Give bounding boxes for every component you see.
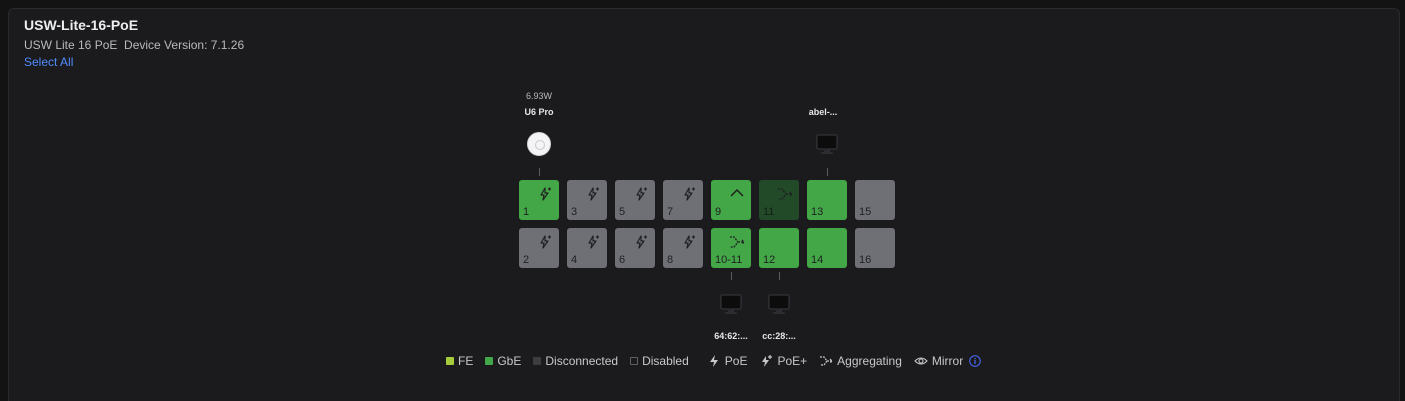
monitor-icon[interactable] bbox=[718, 292, 744, 316]
aggregating-icon bbox=[819, 354, 834, 368]
port-14[interactable]: 14 bbox=[807, 228, 847, 268]
legend-mirror: Mirror bbox=[914, 354, 963, 368]
poe-plus-icon bbox=[633, 186, 649, 202]
port-number: 5 bbox=[619, 206, 626, 218]
poe-plus-icon bbox=[537, 186, 553, 202]
disabled-swatch bbox=[630, 357, 639, 365]
port1-connector bbox=[539, 168, 540, 176]
chevron-up-icon bbox=[729, 186, 745, 202]
port-number: 4 bbox=[571, 254, 578, 266]
port-number: 1 bbox=[523, 206, 530, 218]
port12-device-name: cc:28:... bbox=[762, 331, 796, 341]
legend: FE GbE Disconnected Disabled PoE PoE+ Ag… bbox=[446, 354, 982, 368]
legend-disconnected: Disconnected bbox=[533, 354, 618, 368]
port-13[interactable]: 13 bbox=[807, 180, 847, 220]
legend-gbe-label: GbE bbox=[497, 354, 522, 368]
port-9[interactable]: 9 bbox=[711, 180, 751, 220]
port-7[interactable]: 7 bbox=[663, 180, 703, 220]
disconnected-swatch bbox=[533, 357, 542, 365]
port13-connector bbox=[827, 168, 828, 176]
port-1[interactable]: 1 bbox=[519, 180, 559, 220]
port-number: 13 bbox=[811, 206, 824, 218]
legend-poe-plus-label: PoE+ bbox=[777, 354, 808, 368]
monitor-icon[interactable] bbox=[766, 292, 792, 316]
port-6[interactable]: 6 bbox=[615, 228, 655, 268]
poe-plus-icon bbox=[633, 234, 649, 250]
gbe-swatch bbox=[485, 357, 494, 365]
device-title: USW-Lite-16-PoE bbox=[24, 17, 139, 33]
port-12[interactable]: 12 bbox=[759, 228, 799, 268]
aggregating-icon bbox=[777, 186, 793, 202]
aggregating-icon bbox=[729, 234, 745, 250]
port-3[interactable]: 3 bbox=[567, 180, 607, 220]
port-number: 11 bbox=[763, 206, 775, 218]
port-number: 3 bbox=[571, 206, 578, 218]
port13-device-name: abel-... bbox=[808, 107, 838, 117]
poe-plus-icon bbox=[681, 186, 697, 202]
port12-connector bbox=[779, 272, 780, 280]
legend-disabled: Disabled bbox=[630, 354, 689, 368]
port-number: 2 bbox=[523, 254, 530, 266]
port-number: 15 bbox=[859, 206, 872, 218]
port-4[interactable]: 4 bbox=[567, 228, 607, 268]
legend-aggregating: Aggregating bbox=[819, 354, 902, 368]
legend-fe-label: FE bbox=[458, 354, 474, 368]
legend-poe-label: PoE bbox=[724, 354, 748, 368]
poe-plus-icon bbox=[585, 186, 601, 202]
port-number: 14 bbox=[811, 254, 824, 266]
poe-plus-icon bbox=[681, 234, 697, 250]
port-15[interactable]: 15 bbox=[855, 180, 895, 220]
port-5[interactable]: 5 bbox=[615, 180, 655, 220]
poe-plus-icon bbox=[585, 234, 601, 250]
port-2[interactable]: 2 bbox=[519, 228, 559, 268]
select-all-link[interactable]: Select All bbox=[24, 55, 73, 69]
port-number: 7 bbox=[667, 206, 674, 218]
port-11[interactable]: 11 bbox=[759, 180, 799, 220]
port-number: 16 bbox=[859, 254, 872, 266]
port1-power: 6.93W bbox=[525, 91, 552, 101]
port-number: 12 bbox=[763, 254, 776, 266]
poe-plus-icon bbox=[759, 354, 773, 368]
legend-poe: PoE bbox=[707, 354, 748, 368]
legend-gbe: GbE bbox=[485, 354, 521, 368]
port-number: 9 bbox=[715, 206, 722, 218]
eye-icon bbox=[914, 354, 928, 368]
port10-connector bbox=[731, 272, 732, 280]
device-subtitle: USW Lite 16 PoE Device Version: 7.1.26 bbox=[24, 38, 245, 52]
monitor-icon[interactable] bbox=[814, 132, 840, 156]
legend-disabled-label: Disabled bbox=[642, 354, 689, 368]
fe-swatch bbox=[446, 357, 454, 365]
poe-plus-icon bbox=[537, 234, 553, 250]
poe-icon bbox=[707, 354, 721, 368]
legend-aggregating-label: Aggregating bbox=[837, 354, 902, 368]
legend-poe-plus: PoE+ bbox=[759, 354, 807, 368]
port-number: 10-11 bbox=[715, 254, 743, 266]
info-icon[interactable] bbox=[969, 355, 982, 367]
port-10-11[interactable]: 10-11 bbox=[711, 228, 751, 268]
access-point-icon[interactable] bbox=[527, 132, 551, 156]
port-16[interactable]: 16 bbox=[855, 228, 895, 268]
legend-disconnected-label: Disconnected bbox=[545, 354, 619, 368]
port1-device-name: U6 Pro bbox=[524, 107, 554, 117]
port-8[interactable]: 8 bbox=[663, 228, 703, 268]
legend-mirror-label: Mirror bbox=[931, 354, 964, 368]
port-number: 6 bbox=[619, 254, 626, 266]
port-number: 8 bbox=[667, 254, 674, 266]
device-panel bbox=[8, 8, 1400, 401]
legend-fe: FE bbox=[446, 354, 473, 368]
